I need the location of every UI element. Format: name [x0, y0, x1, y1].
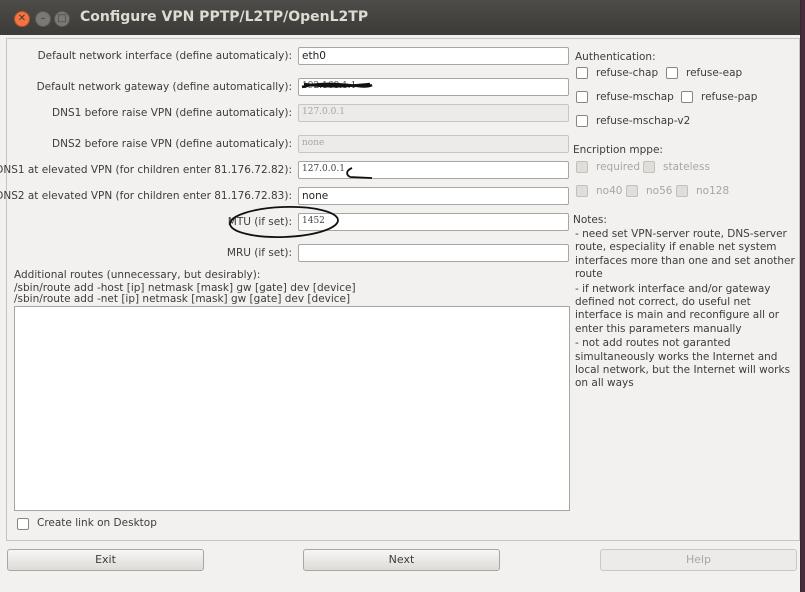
- mppe-stateless-checkbox: [643, 161, 655, 173]
- mru-input[interactable]: [298, 244, 569, 262]
- next-button[interactable]: Next: [303, 549, 500, 571]
- refuse-chap-label: refuse-chap: [596, 67, 659, 79]
- refuse-mschap-v2-label: refuse-mschap-v2: [596, 115, 691, 127]
- dns1-vpn-input[interactable]: 127.0.0.1: [298, 161, 569, 179]
- vpn-config-window: ✕ – □ Configure VPN PPTP/L2TP/OpenL2TP D…: [0, 0, 801, 592]
- routes-net-hint: /sbin/route add -net [ip] netmask [mask]…: [14, 293, 351, 305]
- mppe-no128-label: no128: [696, 185, 730, 197]
- notes-text: - need set VPN-server route, DNS-server …: [575, 228, 795, 392]
- refuse-pap-label: refuse-pap: [701, 91, 758, 103]
- refuse-pap-checkbox[interactable]: [681, 91, 693, 103]
- refuse-mschap-v2-checkbox[interactable]: [576, 115, 588, 127]
- mppe-heading: Encription mppe:: [573, 144, 663, 156]
- help-button: Help: [600, 549, 797, 571]
- mtu-label: MTU (if set):: [227, 216, 292, 228]
- window-title: Configure VPN PPTP/L2TP/OpenL2TP: [80, 9, 369, 25]
- refuse-chap-checkbox[interactable]: [576, 67, 588, 79]
- dns1-before-input: 127.0.0.1: [298, 104, 569, 122]
- mppe-no56-checkbox: [626, 185, 638, 197]
- title-bar: ✕ – □ Configure VPN PPTP/L2TP/OpenL2TP: [0, 0, 800, 35]
- note-3: - not add routes not garanted simultaneo…: [575, 337, 791, 390]
- gateway-label: Default network gateway (define automati…: [36, 81, 292, 93]
- maximize-icon: □: [57, 13, 67, 24]
- close-window-button[interactable]: ✕: [14, 11, 30, 27]
- refuse-mschap-label: refuse-mschap: [596, 91, 674, 103]
- routes-textarea[interactable]: [14, 306, 570, 511]
- dns2-vpn-label: DNS2 at elevated VPN (for children enter…: [0, 190, 292, 202]
- minimize-window-button[interactable]: –: [35, 11, 51, 27]
- note-2: - if network interface and/or gateway de…: [575, 282, 780, 335]
- mppe-no40-checkbox: [576, 185, 588, 197]
- mppe-stateless-label: stateless: [663, 161, 710, 173]
- mppe-no128-checkbox: [676, 185, 688, 197]
- notes-heading: Notes:: [573, 214, 607, 226]
- dns1-vpn-label: DNS1 at elevated VPN (for children enter…: [0, 164, 292, 176]
- mppe-no40-label: no40: [596, 185, 623, 197]
- desktop-link-label: Create link on Desktop: [37, 517, 157, 529]
- dns2-before-label: DNS2 before raise VPN (define automatica…: [52, 138, 292, 150]
- close-icon: ✕: [17, 13, 27, 24]
- exit-button[interactable]: Exit: [7, 549, 204, 571]
- iface-label: Default network interface (define automa…: [37, 50, 292, 62]
- refuse-eap-checkbox[interactable]: [666, 67, 678, 79]
- refuse-eap-label: refuse-eap: [686, 67, 743, 79]
- mppe-no56-label: no56: [646, 185, 673, 197]
- desktop-link-checkbox[interactable]: [17, 518, 29, 530]
- mtu-input[interactable]: 1452: [298, 213, 569, 231]
- dns2-vpn-input[interactable]: none: [298, 187, 569, 205]
- auth-heading: Authentication:: [575, 51, 656, 63]
- dns2-before-input: none: [298, 135, 569, 153]
- routes-label: Additional routes (unnecessary, but desi…: [14, 269, 261, 281]
- mppe-required-label: required: [596, 161, 640, 173]
- dns1-before-label: DNS1 before raise VPN (define automatica…: [52, 107, 292, 119]
- mru-label: MRU (if set):: [226, 247, 292, 259]
- note-1: - need set VPN-server route, DNS-server …: [575, 228, 795, 281]
- maximize-window-button[interactable]: □: [54, 11, 70, 27]
- refuse-mschap-checkbox[interactable]: [576, 91, 588, 103]
- iface-input[interactable]: eth0: [298, 47, 569, 65]
- minimize-icon: –: [40, 13, 46, 24]
- mppe-required-checkbox: [576, 161, 588, 173]
- gateway-input[interactable]: 192.168.1.1: [298, 78, 569, 96]
